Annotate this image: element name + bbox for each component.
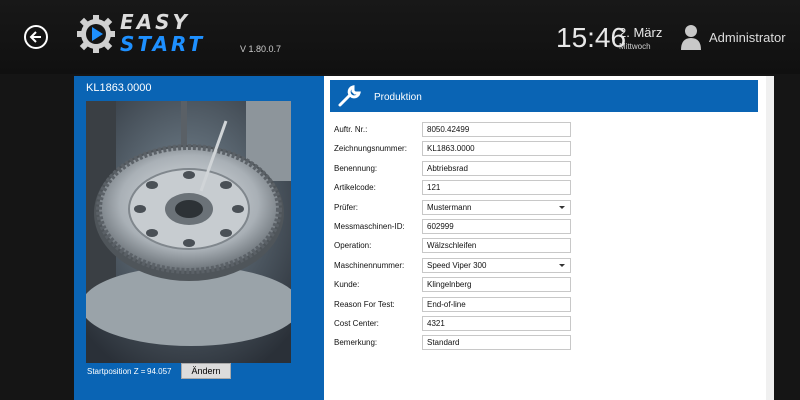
- field-input[interactable]: 8050.42499: [422, 122, 571, 137]
- user-icon[interactable]: [680, 24, 702, 50]
- wrench-icon: [338, 85, 361, 107]
- top-bar: EASY START V 1.80.0.7 15:46 2. März Mitt…: [0, 0, 800, 74]
- version-label: V 1.80.0.7: [240, 44, 282, 54]
- form-title: Produktion: [374, 92, 422, 103]
- logo-text-start: START: [120, 32, 206, 56]
- field-input[interactable]: KL1863.0000: [422, 141, 571, 157]
- field-value: Mustermann: [427, 202, 472, 212]
- part-number-title: KL1863.0000: [86, 82, 152, 94]
- field-label: Kunde:: [334, 280, 360, 290]
- clock-time: 15:46: [556, 22, 627, 53]
- field-value: 4321: [427, 319, 445, 328]
- logo-text-easy: EASY: [120, 10, 191, 34]
- field-value: Standard: [427, 338, 460, 348]
- gear-photo: [86, 101, 291, 363]
- start-position-value: 94.057: [147, 367, 172, 376]
- right-margin: [774, 76, 800, 400]
- back-arrow-icon: [29, 31, 41, 43]
- field-value: Wälzschleifen: [427, 241, 477, 251]
- gear-logo-icon: [77, 15, 115, 53]
- clock-weekday: Mittwoch: [619, 42, 651, 51]
- form-header: Produktion: [330, 80, 758, 112]
- field-input[interactable]: 4321: [422, 316, 571, 331]
- field-value: End-of-line: [427, 299, 466, 309]
- field-value: Klingelnberg: [427, 280, 472, 290]
- field-label: Zeichnungsnummer:: [334, 144, 407, 154]
- production-form-panel: Produktion Auftr. Nr.: 8050.42499 Zeichnun…: [324, 76, 766, 400]
- field-label: Artikelcode:: [334, 183, 376, 193]
- field-label: Benennung:: [334, 163, 378, 173]
- change-button[interactable]: Ändern: [181, 363, 231, 379]
- field-value: KL1863.0000: [427, 144, 475, 154]
- start-position-label: Startposition Z =: [87, 367, 146, 376]
- field-value: Abtriebsrad: [427, 163, 468, 173]
- field-dropdown[interactable]: Mustermann: [422, 199, 571, 215]
- field-label: Cost Center:: [334, 319, 379, 328]
- back-button[interactable]: [24, 25, 48, 49]
- field-label: Messmaschinen-ID:: [334, 222, 405, 231]
- field-value: 121: [427, 183, 441, 193]
- field-input[interactable]: Standard: [422, 335, 571, 351]
- field-label: Auftr. Nr.:: [334, 125, 368, 134]
- field-input[interactable]: Klingelnberg: [422, 277, 571, 293]
- chevron-down-icon: [559, 263, 565, 267]
- field-value: 8050.42499: [427, 125, 470, 134]
- field-label: Maschinennummer:: [334, 260, 405, 270]
- user-name[interactable]: Administrator: [709, 30, 786, 45]
- field-value: 602999: [427, 222, 454, 231]
- chevron-down-icon: [559, 205, 565, 209]
- part-info-panel: KL1863.0000 Startposition Z = 94.057 Änd…: [74, 76, 324, 400]
- field-input[interactable]: 121: [422, 180, 571, 196]
- field-dropdown[interactable]: Speed Viper 300: [422, 257, 571, 273]
- field-label: Operation:: [334, 241, 372, 251]
- scrollbar[interactable]: [766, 76, 774, 400]
- field-input[interactable]: Wälzschleifen: [422, 238, 571, 254]
- field-label: Bemerkung:: [334, 338, 378, 348]
- field-label: Prüfer:: [334, 202, 359, 212]
- clock-date: 2. März: [619, 25, 663, 40]
- field-input[interactable]: End-of-line: [422, 296, 571, 312]
- field-value: Speed Viper 300: [427, 260, 487, 270]
- field-input[interactable]: Abtriebsrad: [422, 160, 571, 176]
- field-label: Reason For Test:: [334, 299, 395, 309]
- field-input[interactable]: 602999: [422, 219, 571, 234]
